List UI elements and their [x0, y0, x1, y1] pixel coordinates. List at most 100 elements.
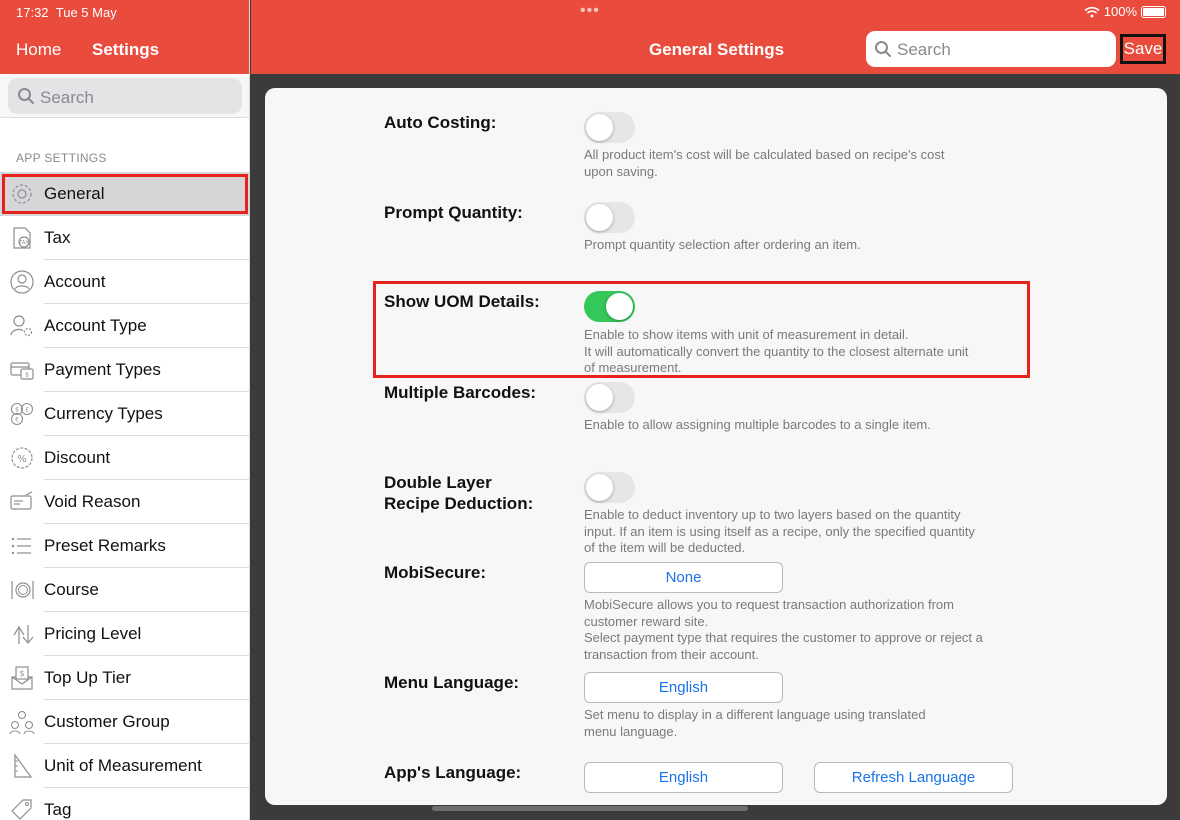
mobisecure-label: MobiSecure:: [384, 563, 487, 582]
status-indicators: 100%: [1084, 4, 1166, 19]
menu-language-label: Menu Language:: [384, 673, 520, 692]
sidebar-item-label: Currency Types: [44, 404, 163, 423]
cutlery-icon: [11, 581, 34, 599]
app-language-label: App's Language:: [384, 763, 522, 782]
settings-title: Settings: [92, 40, 160, 59]
home-button[interactable]: Home: [16, 40, 61, 60]
settings-card: Auto Costing: All product item's cost wi…: [265, 88, 1167, 805]
sidebar-item-label: Top Up Tier: [44, 668, 131, 687]
menu-language-select[interactable]: English: [584, 672, 783, 703]
desc-line: customer reward site.: [584, 613, 709, 629]
sidebar-item-label: Payment Types: [44, 360, 161, 379]
multiple-barcodes-label: Multiple Barcodes:: [384, 383, 537, 402]
mobisecure-select[interactable]: None: [584, 562, 783, 593]
svg-text:$: $: [25, 372, 29, 379]
sidebar-item-customer-group[interactable]: Customer Group: [0, 700, 249, 744]
sidebar-item-label: Account Type: [44, 316, 147, 335]
discount-icon: %: [11, 447, 33, 469]
gear-icon: [12, 184, 32, 204]
sidebar-item-unit-of-measurement[interactable]: Unit of Measurement: [0, 744, 249, 788]
prompt-quantity-description: Prompt quantity selection after ordering…: [584, 237, 861, 254]
sidebar-item-tag[interactable]: Tag: [0, 788, 249, 820]
multitasking-dots-icon[interactable]: •••: [580, 2, 600, 20]
double-layer-toggle[interactable]: [584, 472, 635, 503]
scrollbar[interactable]: [432, 806, 748, 811]
toggle-knob: [586, 384, 613, 411]
left-search-placeholder: Search: [40, 88, 94, 107]
sidebar-item-preset-remarks[interactable]: Preset Remarks: [0, 524, 249, 568]
auto-costing-toggle[interactable]: [584, 112, 635, 143]
status-date: Tue 5 May: [55, 5, 117, 20]
pricing-icon: [13, 625, 34, 644]
svg-text:£: £: [25, 407, 29, 414]
ruler-icon: [14, 753, 33, 778]
sidebar-item-label: Course: [44, 580, 99, 599]
desc-line: of the item will be deducted.: [584, 540, 746, 555]
sidebar-item-general[interactable]: General: [0, 172, 249, 216]
detail-nav-bar: ••• 100% General Settings Search Save: [251, 0, 1180, 74]
desc-line: Enable to allow assigning multiple barco…: [584, 417, 931, 432]
sidebar-item-void-reason[interactable]: Void Reason: [0, 480, 249, 524]
sidebar-item-currency-types[interactable]: $ £ € Currency Types: [0, 392, 249, 436]
toggle-knob: [586, 474, 613, 501]
desc-line: Set menu to display in a different langu…: [584, 707, 926, 722]
left-search-input[interactable]: Search: [8, 78, 242, 114]
sidebar-item-account-type[interactable]: Account Type: [0, 304, 249, 348]
desc-line: Enable to deduct inventory up to two lay…: [584, 507, 961, 522]
desc-line: It will automatically convert the quanti…: [584, 343, 969, 359]
battery-percent: 100%: [1103, 4, 1137, 19]
show-uom-label: Show UOM Details:: [384, 292, 540, 311]
label-line: Double Layer: [384, 473, 492, 492]
sidebar-item-payment-types[interactable]: $ Payment Types: [0, 348, 249, 392]
sidebar-item-label: Void Reason: [44, 492, 141, 511]
desc-line: of measurement.: [584, 360, 682, 375]
desc-line: Select payment type that requires the cu…: [584, 630, 983, 645]
sidebar-item-pricing-level[interactable]: Pricing Level: [0, 612, 249, 656]
sidebar-item-label: Tax: [44, 228, 71, 247]
user-icon: [10, 270, 34, 294]
app-language-select[interactable]: English: [584, 762, 783, 793]
svg-text:$: $: [15, 407, 19, 414]
desc-line: input. If an item is using itself as a r…: [584, 523, 975, 539]
sidebar-item-label: Discount: [44, 448, 111, 467]
sidebar-item-tax[interactable]: TAX Tax: [0, 216, 249, 260]
settings-search-input[interactable]: Search: [866, 31, 1116, 67]
sidebar-item-label: Unit of Measurement: [44, 756, 202, 775]
status-clock: 17:32 Tue 5 May: [16, 5, 117, 20]
sidebar-item-label: Customer Group: [44, 712, 170, 731]
label-line: Recipe Deduction:: [384, 494, 534, 513]
status-time: 17:32: [16, 5, 49, 20]
sidebar-item-top-up-tier[interactable]: $ Top Up Tier: [0, 656, 249, 700]
sidebar-item-account[interactable]: Account: [0, 260, 249, 304]
group-icon: [9, 710, 35, 735]
refresh-language-button[interactable]: Refresh Language: [814, 762, 1013, 793]
search-icon: [875, 41, 891, 57]
show-uom-toggle[interactable]: [584, 291, 635, 322]
prompt-quantity-toggle[interactable]: [584, 202, 635, 233]
desc-line: transaction from their account.: [584, 646, 759, 662]
tax-icon: TAX: [13, 227, 31, 249]
battery-icon: [1141, 5, 1166, 18]
multiple-barcodes-toggle[interactable]: [584, 382, 635, 413]
svg-text:%: %: [17, 454, 27, 465]
menu-language-description: Set menu to display in a different langu…: [584, 707, 926, 740]
sidebar-item-course[interactable]: Course: [0, 568, 249, 612]
section-header-app-settings: APP SETTINGS: [16, 151, 107, 165]
double-layer-description: Enable to deduct inventory up to two lay…: [584, 507, 975, 557]
user-gear-icon: [10, 315, 33, 337]
search-icon: [18, 88, 34, 104]
sidebar-item-label: Tag: [44, 800, 72, 819]
mobisecure-description: MobiSecure allows you to request transac…: [584, 597, 983, 663]
toggle-knob: [606, 293, 633, 320]
left-search-bar: Search: [0, 74, 249, 118]
desc-line: MobiSecure allows you to request transac…: [584, 597, 954, 612]
sidebar-item-discount[interactable]: % Discount: [0, 436, 249, 480]
desc-line: Enable to show items with unit of measur…: [584, 327, 909, 342]
prompt-quantity-label: Prompt Quantity:: [384, 203, 523, 222]
sidebar-item-label: Account: [44, 272, 106, 291]
save-button[interactable]: Save: [1120, 34, 1166, 64]
desc-line: upon saving.: [584, 163, 658, 179]
svg-text:$: $: [19, 669, 24, 678]
left-nav-bar: 17:32 Tue 5 May Home Settings: [0, 0, 249, 74]
settings-search-placeholder: Search: [897, 40, 951, 59]
